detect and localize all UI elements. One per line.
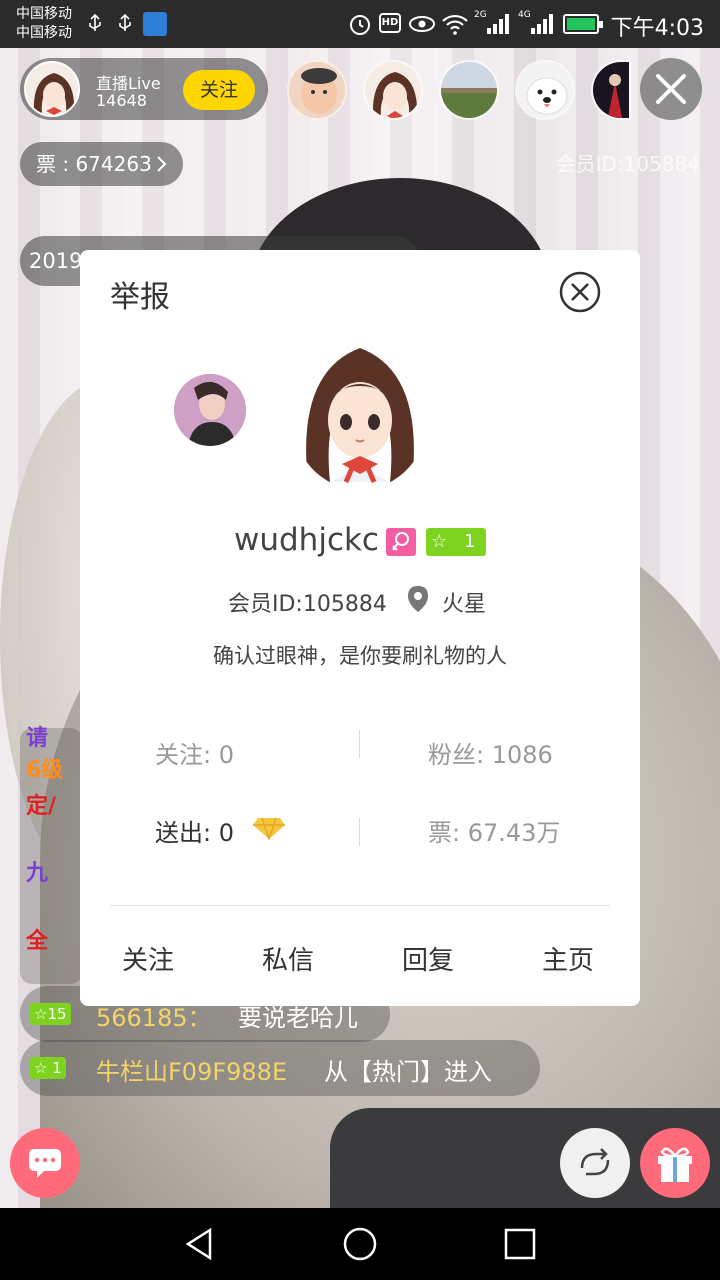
system-nav-bar: [0, 1208, 720, 1280]
usb-icon-2: [119, 14, 131, 31]
tickets-pill[interactable]: 票 : 674263: [20, 142, 183, 186]
signal-icon: [487, 14, 509, 34]
following-count[interactable]: 关注: 0: [155, 735, 234, 770]
diamond-icon: [253, 817, 285, 840]
hd-badge: HD: [379, 13, 401, 33]
viewer-avatar-2[interactable]: [363, 60, 423, 120]
chat-fragment-4: 九: [26, 861, 49, 886]
chat-fragment-3: 定/: [26, 794, 57, 819]
dialog-close-icon[interactable]: [558, 270, 602, 314]
status-bar: 中国移动 中国移动 HD 2G 4G 下午4:03: [0, 0, 720, 48]
gift-icon: [658, 1147, 692, 1182]
report-button[interactable]: 举报: [110, 272, 170, 316]
carrier-2: 中国移动: [16, 25, 72, 41]
private-message-button[interactable]: 私信: [262, 940, 314, 977]
female-icon: [392, 532, 409, 551]
user-profile-dialog: 举报 wudhjckc ☆ 1 会员ID:105884 火星 确认过眼神，是你要…: [80, 250, 640, 1006]
chevron-right-icon: [157, 156, 167, 172]
follow-button[interactable]: 关注: [122, 940, 174, 977]
stat-divider: [359, 818, 360, 846]
homepage-button[interactable]: 主页: [542, 940, 594, 977]
chat-fragment-1: 请: [26, 726, 49, 751]
star-icon: ☆: [431, 531, 448, 552]
follow-host-button[interactable]: 关注: [183, 70, 255, 110]
hotspot-icon: [143, 12, 167, 36]
tickets-count: 票: 67.43万: [428, 819, 561, 847]
battery-icon: [563, 14, 603, 34]
user-avatar[interactable]: [290, 332, 430, 490]
eye-icon: [409, 16, 435, 32]
tickets-label: 票 : 674263: [36, 152, 152, 176]
small-user-avatar[interactable]: [174, 374, 246, 446]
chat-message-2: ☆ 1 牛栏山F09F988E 从【热门】进入: [20, 1040, 540, 1096]
chat-username[interactable]: 牛栏山F09F988E: [96, 1052, 287, 1087]
share-button[interactable]: [560, 1128, 630, 1198]
divider: [110, 905, 610, 906]
alarm-icon: [350, 15, 370, 35]
host-info[interactable]: 直播Live 14648 关注: [20, 58, 268, 120]
chat-fragment-2: 6级: [26, 758, 64, 783]
chat-text: 从【热门】进入: [324, 1058, 492, 1086]
date-text: 2019: [29, 249, 83, 273]
username: wudhjckc: [234, 522, 379, 558]
user-bio: 确认过眼神，是你要刷礼物的人: [213, 644, 507, 668]
host-viewer-count: 14648: [96, 91, 147, 110]
recents-icon[interactable]: [502, 1226, 538, 1262]
host-avatar[interactable]: [24, 61, 80, 117]
user-level-badge: ☆ 1: [426, 528, 486, 556]
back-icon[interactable]: [182, 1226, 218, 1262]
carrier-label: 中国移动 中国移动: [16, 5, 72, 43]
net-2g-label: 2G: [474, 10, 487, 20]
host-member-id: 会员ID:105884: [555, 152, 700, 176]
viewer-avatar-4[interactable]: [515, 60, 575, 120]
user-level-badge: ☆ 1: [30, 1057, 66, 1079]
close-live-button[interactable]: [640, 58, 702, 120]
home-icon[interactable]: [342, 1226, 378, 1262]
usb-icon: [89, 14, 101, 31]
close-icon: [656, 74, 686, 104]
location-text: 火星: [442, 592, 487, 617]
location-pin-icon: [408, 586, 428, 612]
user-level-badge: ☆15: [30, 1003, 71, 1025]
share-icon: [580, 1148, 610, 1176]
stat-divider: [359, 730, 360, 758]
fans-count[interactable]: 粉丝: 1086: [428, 735, 553, 770]
net-4g-label: 4G: [518, 10, 531, 20]
viewer-avatar-3[interactable]: [439, 60, 499, 120]
signal-icon-2: [531, 14, 553, 34]
chat-button[interactable]: [10, 1128, 80, 1198]
wifi-icon: [442, 14, 468, 35]
chat-fragment-5: 全: [26, 929, 49, 954]
carrier-1: 中国移动: [16, 6, 72, 22]
reply-button[interactable]: 回复: [402, 940, 454, 977]
viewer-avatar-1[interactable]: [287, 60, 347, 120]
member-id: 会员ID:105884: [228, 592, 387, 617]
female-gender-badge: [386, 528, 416, 556]
clock: 下午4:03: [610, 16, 704, 41]
sent-count: 送出: 0: [155, 819, 234, 847]
gift-button[interactable]: [640, 1128, 710, 1198]
chat-bubble-icon: [29, 1149, 61, 1178]
